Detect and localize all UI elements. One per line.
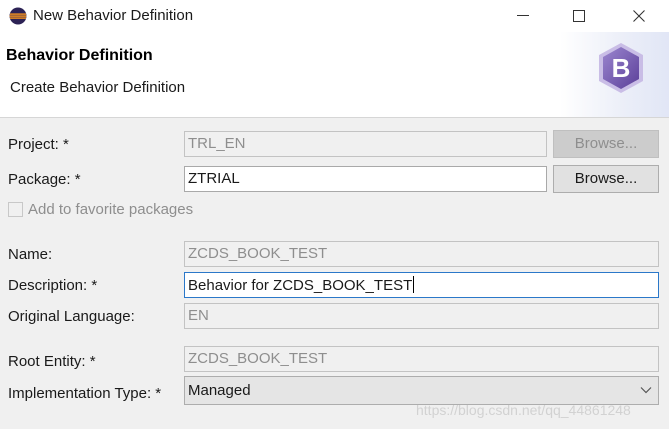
description-value: Behavior for ZCDS_BOOK_TEST (188, 277, 413, 294)
close-button[interactable] (616, 0, 662, 32)
project-field: TRL_EN (184, 131, 547, 157)
original-language-field: EN (184, 303, 659, 329)
chevron-down-icon (640, 387, 652, 394)
implementation-type-select[interactable]: Managed (184, 376, 659, 405)
banner-title: Behavior Definition (6, 47, 153, 64)
implementation-type-label: Implementation Type: * (8, 385, 162, 402)
eclipse-icon (9, 7, 27, 25)
package-label: Package: * (8, 171, 81, 188)
title-bar: New Behavior Definition (0, 0, 669, 32)
watermark: https://blog.csdn.net/qq_44861248 (416, 402, 631, 418)
behavior-definition-icon: B (599, 43, 643, 93)
banner-description: Create Behavior Definition (10, 79, 186, 96)
name-label: Name: (8, 246, 53, 263)
window-title: New Behavior Definition (33, 7, 194, 24)
wizard-banner: Behavior Definition Create Behavior Defi… (0, 32, 669, 118)
package-browse-button[interactable]: Browse... (553, 165, 659, 193)
original-language-label: Original Language: (8, 308, 135, 325)
behavior-icon-letter: B (612, 53, 631, 83)
name-field: ZCDS_BOOK_TEST (184, 241, 659, 267)
package-field[interactable]: ZTRIAL (184, 166, 547, 192)
maximize-button[interactable] (556, 0, 602, 32)
close-icon (633, 10, 645, 22)
favorites-label: Add to favorite packages (28, 201, 194, 218)
implementation-type-value: Managed (188, 382, 251, 399)
description-label: Description: * (8, 277, 98, 294)
favorites-checkbox (8, 202, 23, 217)
project-browse-button: Browse... (553, 130, 659, 158)
wizard-form: Project: * TRL_EN Browse... Package: * Z… (0, 118, 669, 429)
maximize-icon (573, 10, 585, 22)
project-label: Project: * (8, 136, 69, 153)
description-field[interactable]: Behavior for ZCDS_BOOK_TEST (184, 272, 659, 298)
root-entity-label: Root Entity: * (8, 353, 96, 370)
root-entity-field: ZCDS_BOOK_TEST (184, 346, 659, 372)
minimize-icon (517, 15, 529, 16)
text-caret (413, 276, 415, 293)
minimize-button[interactable] (500, 0, 546, 32)
